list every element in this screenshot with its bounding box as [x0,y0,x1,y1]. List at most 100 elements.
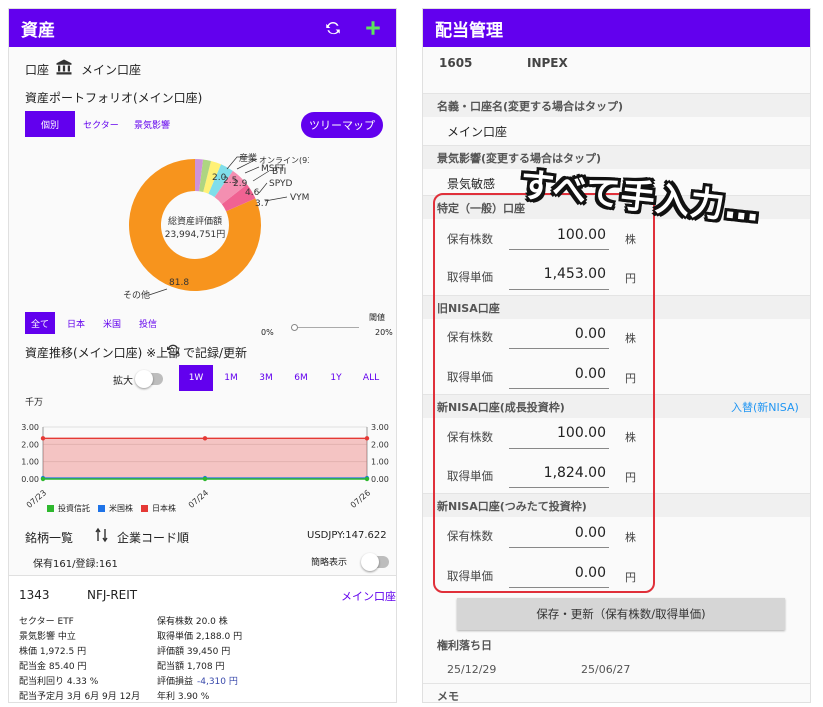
tokutei-shares-underline [509,249,609,250]
range-3m[interactable]: 3M [249,365,283,391]
growth-cost-underline [509,487,609,488]
range-6m[interactable]: 6M [284,365,318,391]
tsumitate-cost-underline [509,587,609,588]
old-nisa-cost-input[interactable]: 0.00 [575,366,606,382]
section-old-nisa: 旧NISA口座 [423,295,810,319]
ex-date-1: 25/12/29 [447,663,497,676]
y-tick-label-right: 0.00 [371,475,389,484]
list-title: 銘柄一覧 [25,531,74,545]
zoom-label: 拡大 [113,376,133,387]
legend-swatch-us [98,505,105,512]
data-point [364,436,370,441]
app-bar: 資産 [9,9,396,47]
cost-unit: 円 [625,372,636,385]
donut-label-spyd: SPYD [269,179,292,189]
compact-label: 簡略表示 [311,558,348,568]
page-title: 配当管理 [435,20,503,41]
donut-label-vym: VYM [290,193,309,203]
sort-label[interactable]: 企業コード順 [117,529,189,546]
cost-label: 取得単価 [447,569,493,583]
data-point [202,476,208,482]
legend-swatch-jp [141,505,148,512]
tokutei-cost-underline [509,289,609,290]
tokutei-shares-input[interactable]: 100.00 [557,227,606,243]
range-1w[interactable]: 1W [179,365,213,391]
fx-rate: USDJPY:147.622 [307,530,387,541]
slider-max: 20% [375,328,393,337]
y-tick-label-right: 2.00 [371,440,389,449]
shares-label: 保有株数 [447,232,493,246]
stock-pl-value: -4,310 円 [197,677,238,687]
cost-label: 取得単価 [447,370,493,384]
growth-cost-input[interactable]: 1,824.00 [544,465,606,481]
stock-cost: 取得単価 2,188.0 円 [157,632,243,642]
ex-date-2: 25/06/27 [581,663,631,676]
stock-yield: 配当利回り 4.33 % [19,677,99,687]
old-nisa-shares-input[interactable]: 0.00 [575,326,606,342]
tab-economy[interactable]: 景気影響 [127,111,177,137]
compact-toggle[interactable] [361,553,389,571]
threshold-slider-track[interactable] [291,327,359,328]
filter-fund[interactable]: 投信 [133,312,163,334]
donut-value-3: 4.6 [245,188,260,198]
filter-japan[interactable]: 日本 [61,312,91,334]
portfolio-donut-chart: 2.0 2.5 2.9 4.6 3.7 81.8 産業 オンライン(9349) … [123,152,309,301]
account-value[interactable]: メイン口座 [447,123,507,140]
stock-div-amount: 配当額 1,708 円 [157,662,225,672]
data-point [40,436,46,441]
shares-label: 保有株数 [447,330,493,344]
cost-label: 取得単価 [447,270,493,284]
cost-label: 取得単価 [447,469,493,483]
legend-fund: 投資信託 [58,504,90,513]
threshold-label: 閾値 [369,313,385,322]
stock-name: INPEX [527,56,568,70]
zoom-toggle[interactable] [135,370,163,388]
page-title: 資産 [21,20,55,41]
donut-center-label: 総資産評価額 [168,215,222,227]
add-icon[interactable] [362,17,384,39]
refresh-icon[interactable] [322,17,344,39]
threshold-slider-thumb[interactable] [291,324,298,331]
sort-icon[interactable] [95,527,109,547]
growth-shares-input[interactable]: 100.00 [557,425,606,441]
y-tick-label-left: 2.00 [21,440,39,449]
donut-value-5: 81.8 [169,278,189,288]
tab-sector[interactable]: セクター [79,111,123,137]
y-tick-label-right: 1.00 [371,458,389,467]
stock-sector: セクター ETF [19,617,74,627]
treemap-button[interactable]: ツリーマップ [301,112,383,138]
transfer-link[interactable]: 入替(新NISA) [731,399,799,415]
save-button[interactable]: 保存・更新（保有株数/取得単価) [457,598,785,630]
stock-code: 1605 [439,56,473,70]
portfolio-title: 資産ポートフォリオ(メイン口座) [25,91,203,105]
y-tick-label-left: 3.00 [21,423,39,432]
account-name[interactable]: メイン口座 [81,61,141,78]
asset-trend-chart: 0.00 0.00 1.00 1.00 2.00 2.00 3.00 3.00 07/23 07/… [21,423,389,510]
stock-name: NFJ-REIT [87,588,138,602]
tab-individual[interactable]: 個別 [25,111,75,137]
stock-annual: 年利 3.90 % [157,692,210,702]
x-tick-label: 07/26 [349,488,372,510]
cost-unit: 円 [625,272,636,285]
stock-card[interactable]: 1343 NFJ-REIT メイン口座 セクター ETF 景気影響 中立 株価 … [9,575,396,702]
shares-unit: 株 [625,531,636,544]
data-point [202,436,208,441]
tsumitate-shares-input[interactable]: 0.00 [575,525,606,541]
range-1y[interactable]: 1Y [319,365,353,391]
impact-value[interactable]: 景気敏感 [447,175,495,192]
data-point [364,476,370,482]
impact-section-head: 景気影響(変更する場合はタップ) [423,145,810,169]
app-bar: 配当管理 [423,9,810,47]
tsumitate-cost-input[interactable]: 0.00 [575,565,606,581]
range-1m[interactable]: 1M [214,365,248,391]
bank-icon[interactable] [55,58,73,80]
range-all[interactable]: ALL [354,365,388,391]
filter-us[interactable]: 米国 [97,312,127,334]
assets-screen: 資産 口座 メイン口座 資産ポートフォリオ(メイン口座) 個別 セクター 景気影… [8,8,397,703]
filter-all[interactable]: 全て [25,312,55,334]
shares-unit: 株 [625,233,636,246]
stock-account[interactable]: メイン口座 [341,588,396,604]
memo-section-head: メモ [423,683,810,702]
trend-title-suffix: で記録/更新 [183,346,248,360]
tokutei-cost-input[interactable]: 1,453.00 [544,266,606,282]
